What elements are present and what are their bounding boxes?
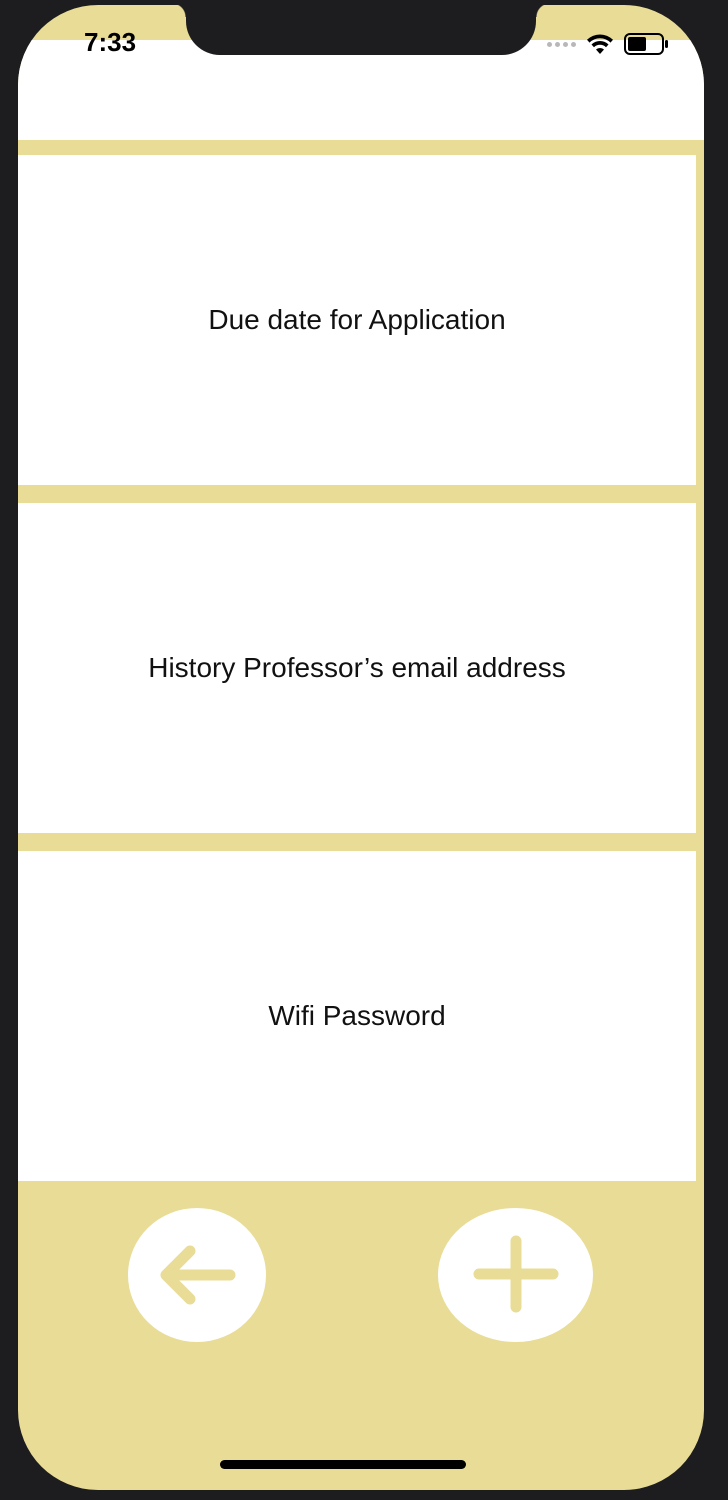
wifi-icon: [587, 34, 613, 54]
phone-frame: 7:33 Due date for Application History Pr…: [0, 0, 728, 1500]
arrow-left-icon: [160, 1245, 236, 1305]
device-notch: [172, 5, 550, 55]
status-time: 7:33: [84, 27, 137, 57]
notes-list: Due date for Application History Profess…: [18, 155, 704, 1199]
add-button[interactable]: [438, 1208, 593, 1342]
status-icons: [547, 29, 670, 59]
list-item[interactable]: Due date for Application: [18, 155, 696, 485]
back-button[interactable]: [128, 1208, 266, 1342]
app-screen: 7:33 Due date for Application History Pr…: [18, 5, 704, 1490]
list-item[interactable]: History Professor’s email address: [18, 503, 696, 833]
signal-icon: [547, 41, 576, 47]
list-item[interactable]: Wifi Password: [18, 851, 696, 1181]
home-indicator[interactable]: [220, 1460, 466, 1469]
plus-icon: [473, 1235, 558, 1313]
list-item-label: Wifi Password: [268, 1000, 446, 1031]
list-item-label: Due date for Application: [208, 304, 506, 335]
battery-icon: [624, 33, 668, 55]
list-item-label: History Professor’s email address: [148, 652, 566, 683]
